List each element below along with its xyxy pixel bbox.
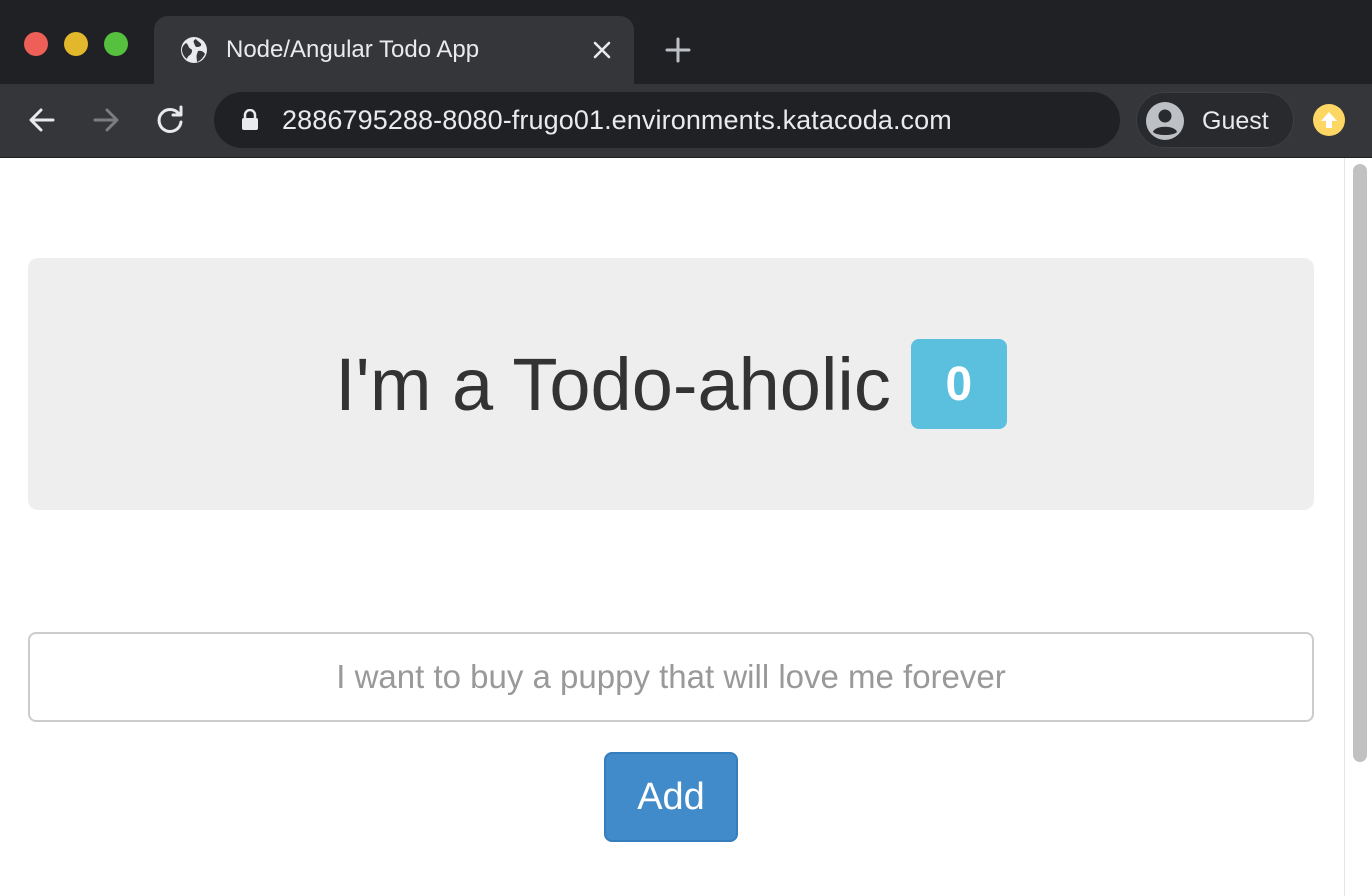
profile-button[interactable]: Guest <box>1136 92 1294 148</box>
page-heading: I'm a Todo-aholic 0 <box>28 258 1314 510</box>
todo-input[interactable] <box>28 632 1314 722</box>
reload-icon[interactable] <box>152 102 188 138</box>
heading-text: I'm a Todo-aholic <box>335 342 891 426</box>
maximize-window-button[interactable] <box>104 32 128 56</box>
scrollbar[interactable] <box>1344 158 1372 896</box>
page-content: I'm a Todo-aholic 0 Add <box>0 158 1344 896</box>
browser-tab[interactable]: Node/Angular Todo App <box>154 16 634 84</box>
back-arrow-icon[interactable] <box>24 102 60 138</box>
lock-icon[interactable] <box>240 109 260 131</box>
address-bar[interactable]: 2886795288-8080-frugo01.environments.kat… <box>214 92 1120 148</box>
add-button[interactable]: Add <box>604 752 738 842</box>
profile-label: Guest <box>1202 107 1269 135</box>
header-panel: I'm a Todo-aholic 0 <box>28 258 1314 510</box>
minimize-window-button[interactable] <box>64 32 88 56</box>
close-window-button[interactable] <box>24 32 48 56</box>
browser-titlebar: Node/Angular Todo App <box>0 0 1372 84</box>
avatar-icon <box>1146 102 1184 140</box>
forward-arrow-icon[interactable] <box>88 102 124 138</box>
browser-toolbar: 2886795288-8080-frugo01.environments.kat… <box>0 84 1372 158</box>
new-tab-icon[interactable] <box>662 34 694 66</box>
address-url[interactable]: 2886795288-8080-frugo01.environments.kat… <box>282 105 952 135</box>
close-tab-icon[interactable] <box>588 36 616 64</box>
scrollbar-thumb[interactable] <box>1353 164 1367 762</box>
tab-title: Node/Angular Todo App <box>226 36 480 63</box>
globe-icon <box>181 37 207 63</box>
todo-count-badge: 0 <box>910 339 1007 429</box>
update-button[interactable] <box>1313 104 1345 136</box>
arrow-up-icon <box>1321 112 1337 128</box>
